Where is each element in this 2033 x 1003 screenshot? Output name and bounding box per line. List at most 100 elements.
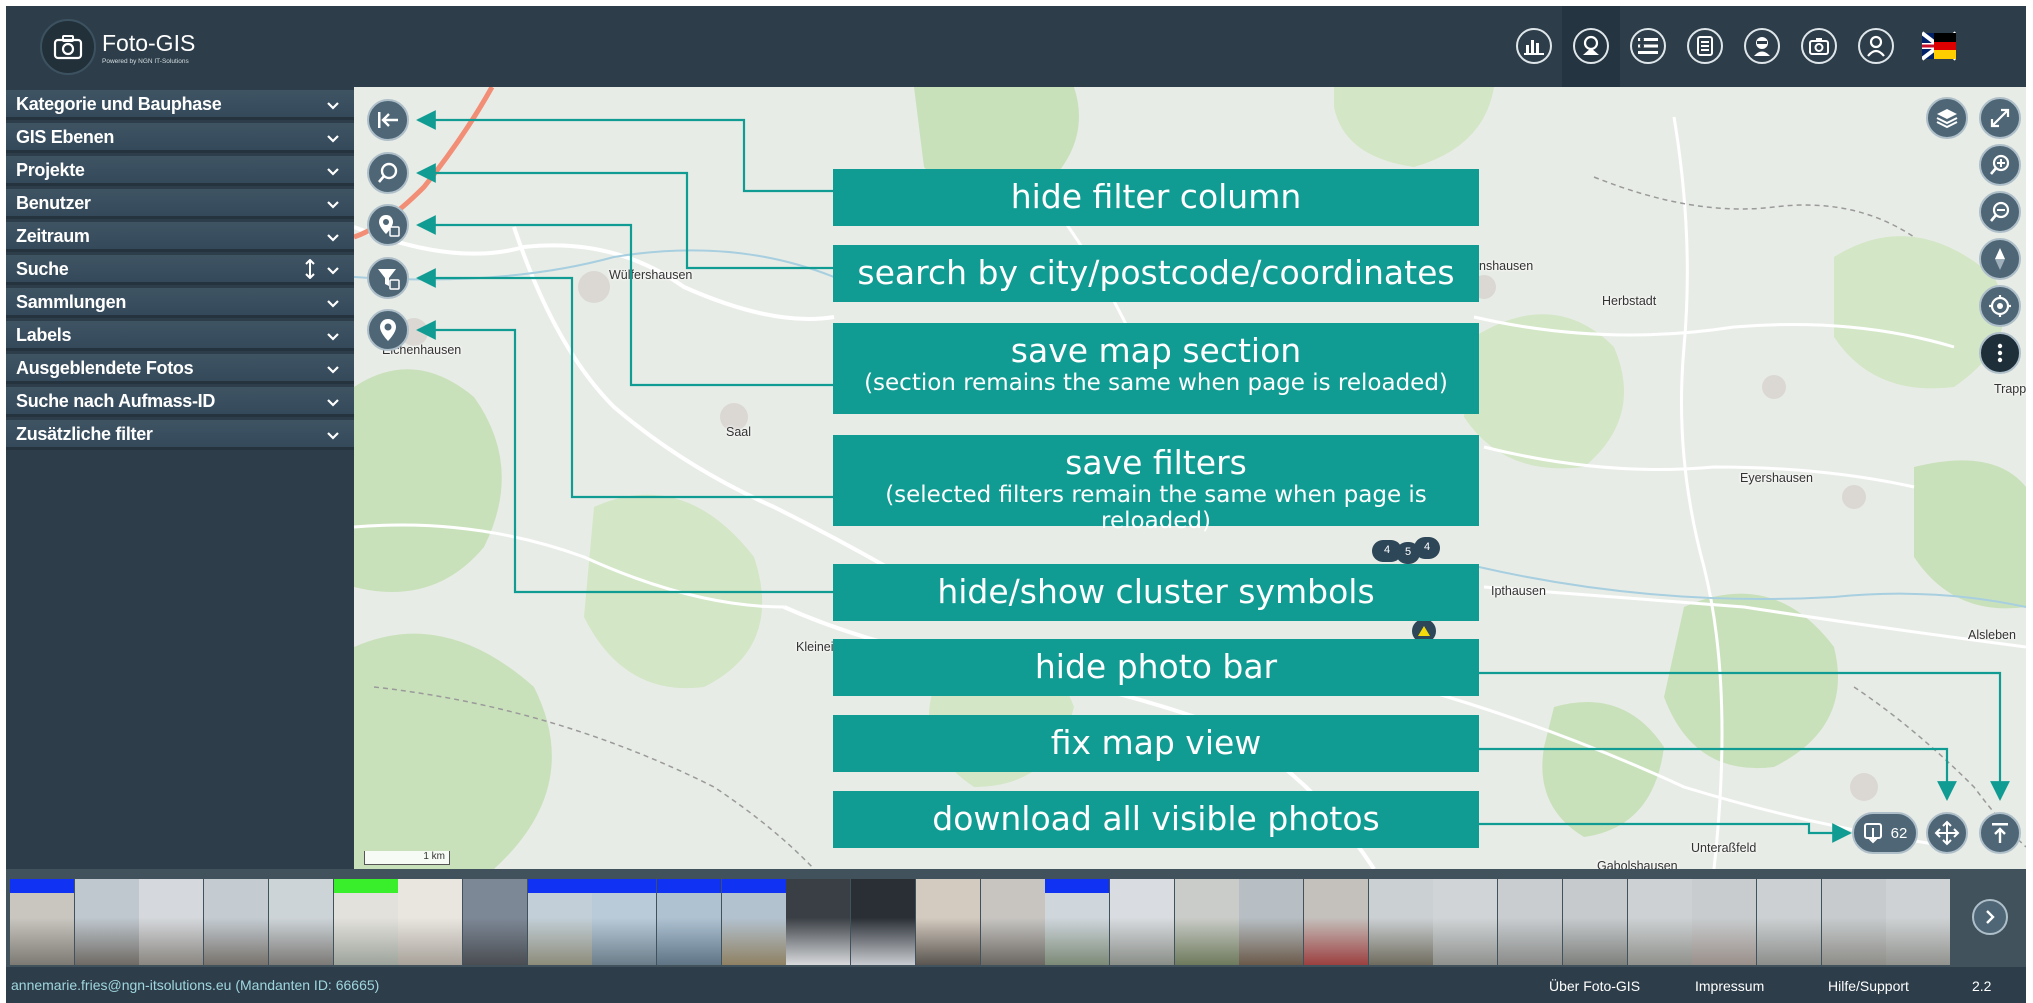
photo-thumbnail[interactable] (74, 879, 139, 965)
app-subtitle: Powered by NGN IT-Solutions (102, 58, 189, 65)
filter-suche[interactable]: Suche (6, 255, 354, 285)
photo-thumbnail[interactable] (1304, 879, 1368, 965)
filter-label: Suche (16, 259, 69, 279)
sort-vertical-icon[interactable] (304, 258, 316, 284)
filter-label: Projekte (16, 160, 85, 180)
photo-thumbnail[interactable] (1627, 879, 1692, 965)
photo-thumbnail[interactable] (204, 879, 269, 965)
map-photo-icon[interactable] (1573, 28, 1609, 64)
document-list-icon[interactable] (1687, 28, 1723, 64)
filter-aufmass-id[interactable]: Suche nach Aufmass-ID (6, 387, 354, 417)
filter-benutzer[interactable]: Benutzer (6, 189, 354, 219)
photo-bar (6, 869, 2026, 967)
callout-title: search by city/postcode/coordinates (857, 253, 1455, 292)
chevron-down-icon (326, 128, 340, 149)
chevron-down-icon (326, 326, 340, 347)
brand: Foto-GIS Powered by NGN IT-Solutions (102, 30, 195, 65)
callout-hide-photo-bar: hide photo bar (833, 639, 1479, 696)
photo-thumbnail[interactable] (1174, 879, 1239, 965)
photo-settings-icon[interactable] (1801, 28, 1837, 64)
photo-thumbnail[interactable] (851, 879, 916, 965)
chevron-down-icon (326, 227, 340, 248)
flag-icon[interactable] (1920, 31, 1958, 61)
callout-download-photos: download all visible photos (833, 791, 1479, 848)
chevron-down-icon (326, 194, 340, 215)
filter-zeitraum[interactable]: Zeitraum (6, 222, 354, 252)
photo-thumbnail[interactable] (915, 879, 980, 965)
photo-thumbnail[interactable] (1368, 879, 1433, 965)
callout-save-map-section: save map section (section remains the sa… (833, 323, 1479, 414)
filter-label: Zeitraum (16, 226, 90, 246)
photo-status-band (527, 879, 592, 893)
chevron-down-icon (326, 392, 340, 413)
filter-label: Benutzer (16, 193, 91, 213)
version-label: 2.2 (1972, 978, 1992, 994)
filter-ausgeblendete-fotos[interactable]: Ausgeblendete Fotos (6, 354, 354, 384)
photo-thumbnail[interactable] (1562, 879, 1627, 965)
user-admin-icon[interactable] (1744, 28, 1780, 64)
chevron-down-icon (326, 260, 340, 281)
photo-status-band (333, 879, 398, 893)
callout-save-filters: save filters (selected filters remain th… (833, 435, 1479, 534)
photo-thumbnail[interactable] (333, 879, 398, 965)
chevron-down-icon (326, 425, 340, 446)
callout-hide-filter-column: hide filter column (833, 169, 1479, 226)
callout-subtitle: (section remains the same when page is r… (864, 370, 1448, 396)
photo-thumbnail[interactable] (657, 879, 721, 965)
help-support-link[interactable]: Hilfe/Support (1828, 978, 1909, 994)
filter-label: Zusätzliche filter (16, 424, 153, 444)
callout-fix-map-view: fix map view (833, 715, 1479, 772)
filter-sidebar: Kategorie und Bauphase GIS Ebenen Projek… (6, 87, 354, 869)
callout-title: fix map view (1050, 723, 1262, 762)
photo-thumbnail[interactable] (1756, 879, 1821, 965)
filter-projekte[interactable]: Projekte (6, 156, 354, 186)
filter-label: Sammlungen (16, 292, 127, 312)
photo-thumbnail[interactable] (1045, 879, 1110, 965)
filter-zusaetzliche[interactable]: Zusätzliche filter (6, 420, 354, 450)
photo-thumbnail[interactable] (1239, 879, 1304, 965)
header: Foto-GIS Powered by NGN IT-Solutions (6, 6, 2026, 87)
logged-in-user: annemarie.fries@ngn-itsolutions.eu (Mand… (11, 977, 380, 993)
photo-thumbnail[interactable] (1109, 879, 1174, 965)
photo-thumbnail[interactable] (721, 879, 786, 965)
photo-bar-next-button[interactable] (1972, 899, 2008, 935)
callout-title: save map section (1010, 331, 1302, 370)
photo-thumbnail[interactable] (1692, 879, 1757, 965)
filter-labels[interactable]: Labels (6, 321, 354, 351)
photo-thumbnail[interactable] (1886, 879, 1951, 965)
photo-thumbnail[interactable] (1498, 879, 1563, 965)
filter-sammlungen[interactable]: Sammlungen (6, 288, 354, 318)
app-title: Foto-GIS (102, 30, 196, 56)
imprint-link[interactable]: Impressum (1695, 978, 1764, 994)
filter-gis-ebenen[interactable]: GIS Ebenen (6, 123, 354, 153)
photo-status-band (10, 879, 74, 893)
photo-thumbnail[interactable] (398, 879, 463, 965)
chevron-down-icon (326, 95, 340, 116)
photo-status-band (721, 879, 786, 893)
statistics-icon[interactable] (1516, 28, 1552, 64)
about-link[interactable]: Über Foto-GIS (1549, 978, 1640, 994)
chevron-right-icon (1986, 910, 1995, 924)
photo-thumbnail[interactable] (786, 879, 851, 965)
filter-label: GIS Ebenen (16, 127, 115, 147)
chevron-down-icon (326, 161, 340, 182)
photo-thumbnail[interactable] (527, 879, 592, 965)
photo-thumbnail[interactable] (592, 879, 657, 965)
photo-thumbnail[interactable] (1433, 879, 1498, 965)
footer: annemarie.fries@ngn-itsolutions.eu (Mand… (6, 967, 2026, 1003)
photo-thumbnail[interactable] (1821, 879, 1886, 965)
photo-thumbnail[interactable] (10, 879, 74, 965)
photo-status-band (592, 879, 657, 893)
user-icon[interactable] (1858, 28, 1894, 64)
list-icon[interactable] (1630, 28, 1666, 64)
callout-title: save filters (1065, 443, 1247, 482)
photo-thumbnail[interactable] (462, 879, 527, 965)
camera-logo-icon[interactable] (40, 19, 96, 75)
photo-thumbnail[interactable] (139, 879, 204, 965)
map-view[interactable]: Wülfershausen Eichenhausen Saal Herbstad… (354, 87, 2026, 869)
photo-thumbnail[interactable] (268, 879, 333, 965)
chevron-down-icon (326, 359, 340, 380)
filter-kategorie[interactable]: Kategorie und Bauphase (6, 90, 354, 120)
photo-status-band (657, 879, 721, 893)
photo-thumbnail[interactable] (980, 879, 1045, 965)
